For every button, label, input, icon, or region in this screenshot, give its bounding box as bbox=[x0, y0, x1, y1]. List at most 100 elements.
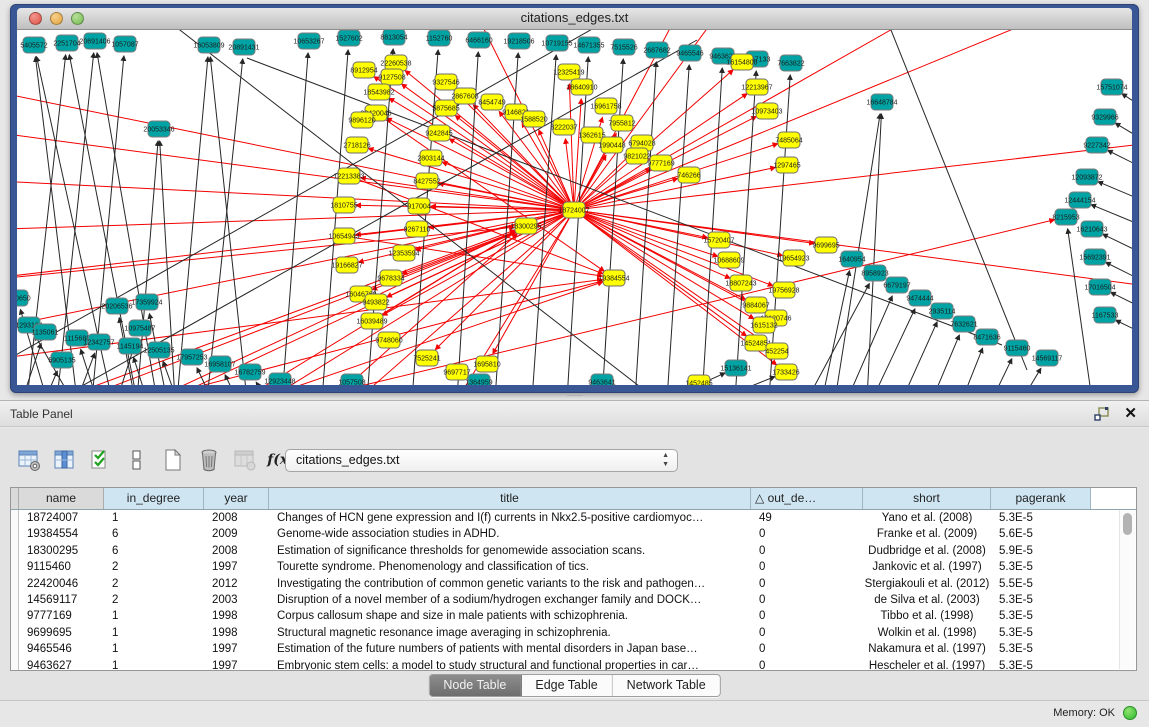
graph-node[interactable]: 2251704 bbox=[53, 35, 80, 51]
graph-node[interactable]: 9227342 bbox=[1083, 137, 1110, 153]
graph-node[interactable]: 9127508 bbox=[378, 69, 405, 85]
table-cell[interactable]: 5.3E-5 bbox=[991, 559, 1091, 575]
graph-node[interactable]: 15751074 bbox=[1096, 79, 1127, 95]
table-selector-dropdown[interactable]: citations_edges.txt ▲▼ bbox=[285, 449, 678, 472]
graph-node[interactable]: 9697717 bbox=[443, 364, 470, 380]
graph-node[interactable]: 10973403 bbox=[751, 103, 782, 119]
graph-edge[interactable] bbox=[717, 377, 775, 385]
zoom-button[interactable] bbox=[71, 12, 84, 25]
table-row[interactable]: 969969511998Structural magnetic resonanc… bbox=[11, 625, 1136, 641]
table-cell[interactable]: Changes of HCN gene expression and I(f) … bbox=[269, 510, 751, 526]
table-cell[interactable]: 9699695 bbox=[19, 625, 104, 641]
graph-node[interactable]: 18807243 bbox=[725, 275, 756, 291]
graph-node[interactable]: 1810755 bbox=[330, 197, 357, 213]
graph-edge[interactable] bbox=[1103, 234, 1132, 270]
graph-node[interactable]: 1297465 bbox=[773, 157, 800, 173]
graph-node[interactable]: 15692391 bbox=[1079, 249, 1110, 265]
table-cell[interactable]: Genome-wide association studies in ADHD. bbox=[269, 526, 751, 542]
table-cell[interactable]: 1997 bbox=[204, 641, 269, 657]
graph-node[interactable]: 8215953 bbox=[1052, 209, 1079, 225]
table-row[interactable]: 1456911722003Disruption of a novel membe… bbox=[11, 592, 1136, 608]
graph-node[interactable]: 2935114 bbox=[929, 303, 956, 319]
graph-node[interactable]: 17957253 bbox=[176, 349, 207, 365]
table-cell[interactable]: Investigating the contribution of common… bbox=[269, 576, 751, 592]
table-cell[interactable]: 2003 bbox=[204, 592, 269, 608]
graph-node[interactable]: 6679197 bbox=[883, 277, 910, 293]
close-panel-icon[interactable]: ✕ bbox=[1124, 405, 1137, 423]
graph-node[interactable]: 10688609 bbox=[713, 252, 744, 268]
scrollbar-thumb[interactable] bbox=[1123, 513, 1132, 535]
graph-node[interactable]: 7515526 bbox=[610, 39, 637, 55]
table-cell[interactable]: 5.5E-5 bbox=[991, 576, 1091, 592]
table-row[interactable]: 911546021997Tourette syndrome. Phenomeno… bbox=[11, 559, 1136, 575]
graph-node[interactable]: 10719155 bbox=[541, 35, 572, 51]
graph-node[interactable]: 9678334 bbox=[377, 270, 404, 286]
table-cell[interactable]: 5.3E-5 bbox=[991, 592, 1091, 608]
table-row[interactable]: 1938455462009Genome-wide association stu… bbox=[11, 526, 1136, 542]
table-cell[interactable]: Tibbo et al. (1998) bbox=[863, 608, 991, 624]
graph-node[interactable]: 1527602 bbox=[335, 30, 362, 46]
graph-node[interactable]: 2620650 bbox=[17, 290, 31, 306]
table-cell[interactable]: 9777169 bbox=[19, 608, 104, 624]
table-row[interactable]: 977716911998Corpus callosum shape and si… bbox=[11, 608, 1136, 624]
table-cell[interactable]: 5.6E-5 bbox=[991, 526, 1091, 542]
graph-node[interactable]: 1695810 bbox=[473, 356, 500, 372]
table-cell[interactable]: Nakamura et al. (1997) bbox=[863, 641, 991, 657]
table-settings-icon[interactable] bbox=[14, 445, 44, 475]
graph-node[interactable]: 2803144 bbox=[417, 150, 444, 166]
graph-node[interactable]: 9884067 bbox=[742, 297, 769, 313]
graph-node[interactable]: 16648784 bbox=[866, 94, 897, 110]
table-cell[interactable]: 1998 bbox=[204, 625, 269, 641]
table-cell[interactable]: 2 bbox=[104, 592, 204, 608]
graph-node[interactable]: 16210643 bbox=[1076, 221, 1107, 237]
graph-node[interactable]: 19218506 bbox=[503, 33, 534, 49]
window-titlebar[interactable]: citations_edges.txt bbox=[17, 8, 1132, 30]
graph-node[interactable]: 9896120 bbox=[348, 112, 375, 128]
graph-node[interactable]: 16958107 bbox=[204, 356, 235, 372]
graph-edge[interactable] bbox=[1022, 368, 1041, 385]
table-cell[interactable]: 9115460 bbox=[19, 559, 104, 575]
table-cell[interactable]: 1 bbox=[104, 608, 204, 624]
graph-node[interactable]: 9463641 bbox=[588, 374, 615, 385]
graph-node[interactable]: 746266 bbox=[677, 167, 700, 183]
graph-node[interactable]: 12213383 bbox=[333, 168, 364, 184]
table-cell[interactable]: 0 bbox=[751, 658, 863, 671]
graph-node[interactable]: 12444154 bbox=[1064, 192, 1095, 208]
graph-node[interactable]: 1057087 bbox=[111, 36, 138, 52]
graph-node[interactable]: 8958923 bbox=[861, 265, 888, 281]
tab-edge-table[interactable]: Edge Table bbox=[521, 675, 612, 696]
graph-node[interactable]: 7955812 bbox=[608, 115, 635, 131]
graph-edge[interactable] bbox=[932, 335, 959, 385]
table-cell[interactable]: Disruption of a novel member of a sodium… bbox=[269, 592, 751, 608]
graph-edge[interactable] bbox=[574, 167, 775, 210]
graph-node[interactable]: 2867608 bbox=[451, 88, 478, 104]
graph-node[interactable]: 9465546 bbox=[676, 45, 703, 61]
table-cell[interactable]: Yano et al. (2008) bbox=[863, 510, 991, 526]
graph-edge[interactable] bbox=[45, 371, 57, 385]
graph-edge[interactable] bbox=[872, 309, 915, 385]
table-cell[interactable]: 5.3E-5 bbox=[991, 658, 1091, 671]
graph-node[interactable]: 19654923 bbox=[778, 250, 809, 266]
graph-edge[interactable] bbox=[416, 210, 574, 250]
table-cell[interactable]: 0 bbox=[751, 543, 863, 559]
graph-node[interactable]: 1452485 bbox=[685, 375, 712, 385]
graph-node[interactable]: 7632621 bbox=[950, 316, 977, 332]
row-options-icon[interactable] bbox=[122, 445, 152, 475]
graph-node[interactable]: 1135061 bbox=[32, 324, 59, 340]
table-cell[interactable]: 0 bbox=[751, 559, 863, 575]
graph-edge[interactable] bbox=[962, 348, 983, 385]
table-cell[interactable]: Tourette syndrome. Phenomenology and cla… bbox=[269, 559, 751, 575]
graph-edge[interactable] bbox=[702, 68, 722, 385]
graph-node[interactable]: 9329966 bbox=[1091, 109, 1118, 125]
graph-edge[interactable] bbox=[17, 130, 574, 210]
column-header-title[interactable]: title bbox=[269, 488, 751, 509]
table-row[interactable]: 1830029562008Estimation of significance … bbox=[11, 543, 1136, 559]
graph-node[interactable]: 1990448 bbox=[598, 137, 625, 153]
table-cell[interactable]: 2012 bbox=[204, 576, 269, 592]
graph-node[interactable]: 16053809 bbox=[193, 37, 224, 53]
graph-node[interactable]: 20206536 bbox=[101, 298, 132, 314]
graph-node[interactable]: 9242845 bbox=[425, 125, 452, 141]
table-cell[interactable]: 2 bbox=[104, 576, 204, 592]
table-cell[interactable]: Dudbridge et al. (2008) bbox=[863, 543, 991, 559]
table-row[interactable]: 946362711997Embryonic stem cells: a mode… bbox=[11, 658, 1136, 671]
